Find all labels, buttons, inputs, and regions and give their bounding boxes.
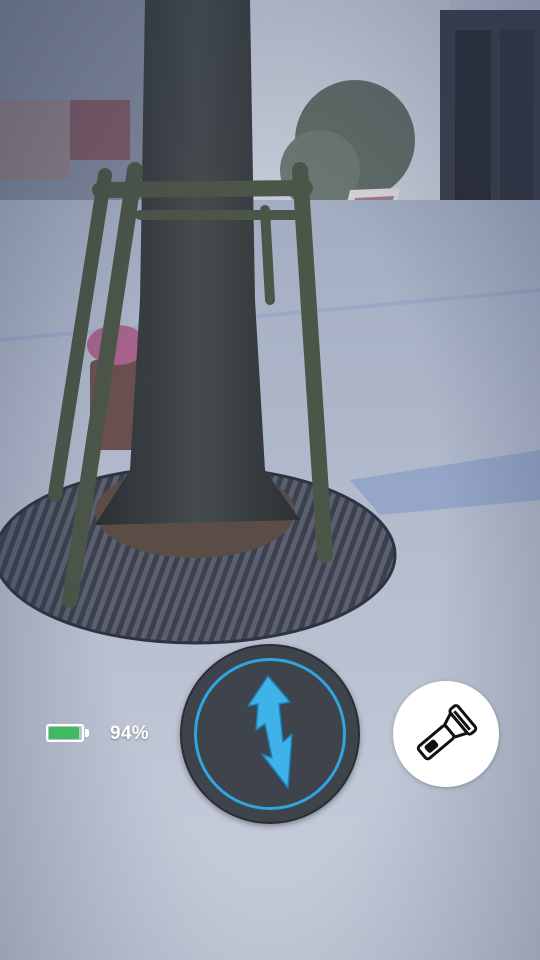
battery-indicator: [46, 722, 92, 744]
flashlight-icon: [416, 704, 478, 761]
battery-percent-label: 94%: [110, 723, 149, 744]
battery-tip: [85, 729, 89, 737]
flashlight-button[interactable]: [393, 681, 499, 787]
battery-icon: [46, 724, 84, 742]
battery-level-fill: [49, 727, 80, 739]
flash-power-button[interactable]: [180, 644, 360, 824]
lightning-bolt-icon: [247, 675, 293, 789]
